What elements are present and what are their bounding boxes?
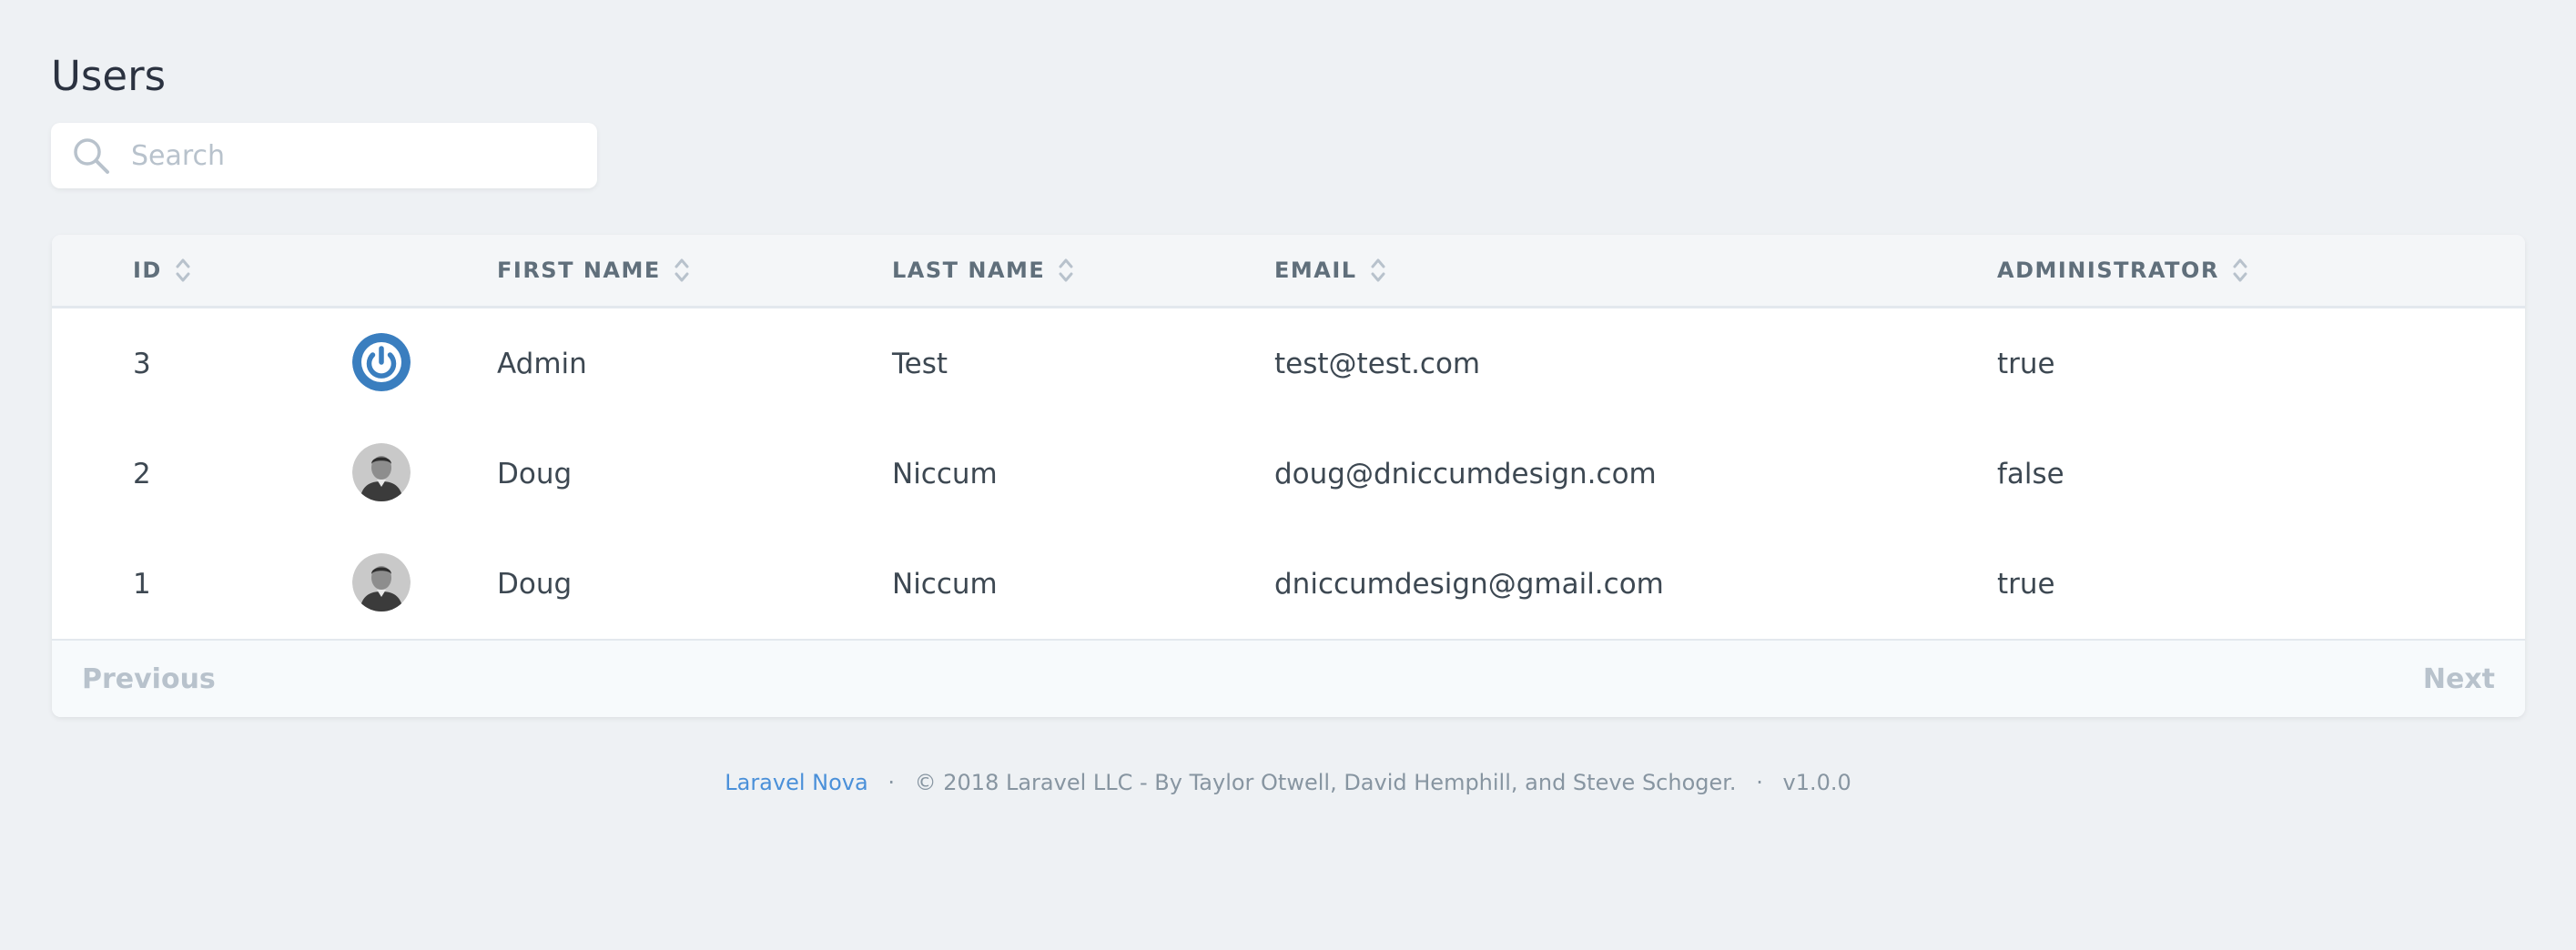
table-row[interactable]: 3 Admin Test test@test.com true: [52, 308, 2525, 420]
cell-id: 3: [133, 347, 151, 380]
cell-email: dniccumdesign@gmail.com: [1274, 567, 1664, 601]
column-header-label: EMAIL: [1274, 258, 1357, 283]
column-header-email[interactable]: EMAIL: [1274, 235, 1386, 306]
column-header-id[interactable]: ID: [133, 235, 191, 306]
column-header-label: ID: [133, 258, 162, 283]
cell-email: doug@dniccumdesign.com: [1274, 457, 1657, 490]
next-button[interactable]: Next: [2423, 641, 2495, 717]
power-logo-icon: [352, 333, 411, 391]
page-title: Users: [51, 52, 167, 100]
cell-first-name: Doug: [497, 567, 573, 601]
footer-separator: ·: [1756, 770, 1763, 795]
cell-first-name: Doug: [497, 457, 573, 490]
column-header-label: ADMINISTRATOR: [1997, 258, 2219, 283]
laravel-nova-link[interactable]: Laravel Nova: [725, 770, 867, 795]
cell-administrator: false: [1997, 457, 2064, 490]
table-row[interactable]: 2 Doug Niccum doug@dniccumdesign.com fal…: [52, 419, 2525, 531]
sort-icon[interactable]: [1370, 256, 1386, 285]
cell-last-name: Niccum: [892, 567, 998, 601]
column-header-administrator[interactable]: ADMINISTRATOR: [1997, 235, 2248, 306]
cell-first-name: Admin: [497, 347, 587, 380]
column-header-first-name[interactable]: FIRST NAME: [497, 235, 690, 306]
cell-last-name: Niccum: [892, 457, 998, 490]
footer-credits: Laravel Nova · © 2018 Laravel LLC - By T…: [0, 770, 2576, 795]
cell-administrator: true: [1997, 567, 2055, 601]
search-input[interactable]: [131, 123, 586, 188]
cell-id: 1: [133, 567, 151, 601]
cell-id: 2: [133, 457, 151, 490]
column-header-last-name[interactable]: LAST NAME: [892, 235, 1074, 306]
cell-last-name: Test: [892, 347, 948, 380]
sort-icon[interactable]: [2232, 256, 2248, 285]
table-header: ID FIRST NAME LAST NAME EMAIL ADMINISTRA…: [52, 235, 2525, 308]
sort-icon[interactable]: [1058, 256, 1074, 285]
search-icon: [74, 138, 109, 174]
footer-copyright: © 2018 Laravel LLC - By Taylor Otwell, D…: [914, 770, 1737, 795]
search-box[interactable]: [51, 123, 597, 188]
user-photo-icon: [352, 443, 411, 501]
sort-icon[interactable]: [175, 256, 191, 285]
column-header-label: LAST NAME: [892, 258, 1046, 283]
cell-administrator: true: [1997, 347, 2055, 380]
table-row[interactable]: 1 Doug Niccum dniccumdesign@gmail.com tr…: [52, 529, 2525, 641]
sort-icon[interactable]: [674, 256, 690, 285]
previous-button[interactable]: Previous: [82, 641, 216, 717]
footer-separator: ·: [887, 770, 895, 795]
footer-version: v1.0.0: [1782, 770, 1851, 795]
cell-email: test@test.com: [1274, 347, 1481, 380]
users-table: ID FIRST NAME LAST NAME EMAIL ADMINISTRA…: [52, 235, 2525, 717]
user-photo-icon: [352, 553, 411, 611]
column-header-label: FIRST NAME: [497, 258, 661, 283]
pagination-bar: Previous Next: [52, 641, 2525, 717]
